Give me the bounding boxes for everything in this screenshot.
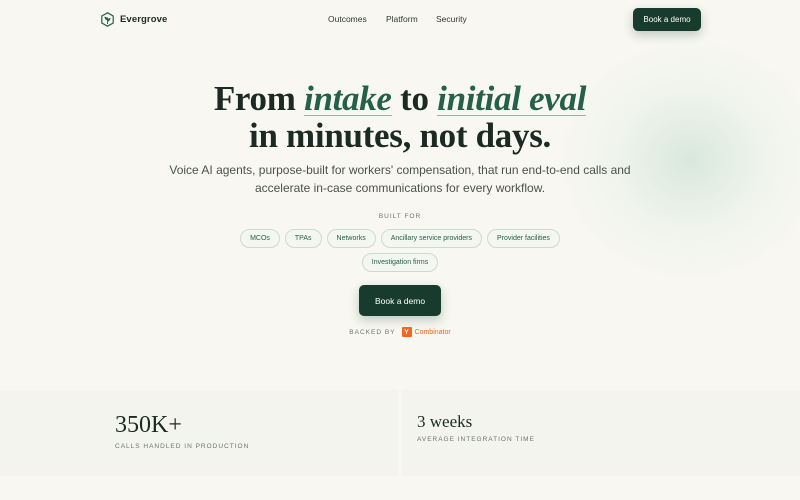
- nav-link-platform[interactable]: Platform: [386, 14, 418, 24]
- chip-tpas[interactable]: TPAs: [284, 229, 322, 248]
- headline-part2: to: [391, 79, 438, 118]
- stat-value: 3 weeks: [417, 412, 473, 431]
- stats-section: 350K+ CALLS HANDLED IN PRODUCTION 3 week…: [0, 390, 800, 476]
- headline-line2: in minutes, not days.: [249, 116, 551, 155]
- built-for-label: BUILT FOR: [378, 213, 422, 220]
- yc-name: Combinator: [414, 328, 451, 336]
- audience-chips-row-1: MCOs TPAs Networks Ancillary service pro…: [0, 229, 800, 248]
- chip-ancillary-service-providers[interactable]: Ancillary service providers: [380, 229, 483, 248]
- stat-label: AVERAGE INTEGRATION TIME: [417, 436, 535, 443]
- stat-value: 350K+: [115, 412, 182, 438]
- hero-subheadline: Voice AI agents, purpose-built for worke…: [169, 163, 631, 195]
- top-nav: Evergrove Outcomes Platform Security Boo…: [0, 0, 800, 40]
- stat-card-calls: 350K+ CALLS HANDLED IN PRODUCTION: [0, 390, 398, 476]
- chip-provider-facilities[interactable]: Provider facilities: [487, 229, 560, 248]
- hero-book-demo-button[interactable]: Book a demo: [359, 285, 441, 316]
- nav-link-security[interactable]: Security: [436, 14, 467, 24]
- backed-by: BACKED BY Y Combinator: [0, 327, 800, 337]
- chip-investigation-firms[interactable]: Investigation firms: [361, 253, 439, 272]
- headline-emphasis-intake: intake: [304, 79, 392, 118]
- chip-networks[interactable]: Networks: [326, 229, 376, 248]
- headline-emphasis-initial-eval: initial eval: [437, 79, 587, 118]
- nav-link-outcomes[interactable]: Outcomes: [328, 14, 367, 24]
- hero-headline: From intake to initial eval in minutes, …: [0, 80, 800, 154]
- backed-by-label: BACKED BY: [349, 328, 396, 336]
- nav-book-demo-button[interactable]: Book a demo: [633, 8, 701, 31]
- stat-label: CALLS HANDLED IN PRODUCTION: [115, 443, 250, 450]
- audience-chips-row-2: Investigation firms: [0, 253, 800, 272]
- stat-card-integration: 3 weeks AVERAGE INTEGRATION TIME: [402, 390, 800, 476]
- yc-badge[interactable]: Y Combinator: [401, 327, 451, 337]
- headline-part1: From: [213, 79, 305, 118]
- yc-logo-icon: Y: [401, 327, 412, 337]
- chip-mcos[interactable]: MCOs: [240, 229, 280, 248]
